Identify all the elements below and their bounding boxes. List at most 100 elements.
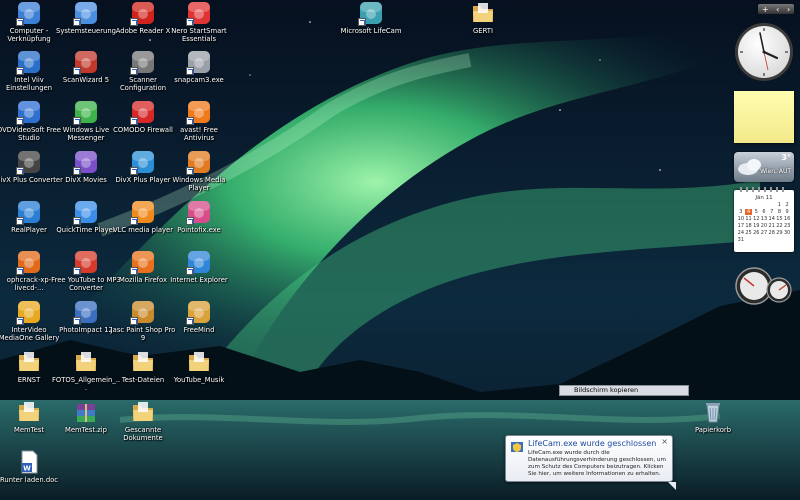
desktop[interactable]: Computer - Verknüpfung Systemsteuerung Ado… — [0, 0, 800, 500]
calendar-day[interactable]: 1 — [776, 202, 784, 208]
desktop-icon[interactable]: YouTube_Musik — [170, 349, 228, 403]
calendar-day[interactable]: 4 — [744, 209, 753, 215]
desktop-icon[interactable]: Gescannte Dokumente — [114, 399, 172, 453]
desktop-icon[interactable]: Free YouTube to MP3 Converter — [51, 249, 121, 303]
control-panel-icon — [73, 0, 99, 26]
desktop-icon[interactable]: Internet Explorer — [170, 249, 228, 303]
calendar-day[interactable]: 8 — [776, 209, 784, 215]
desktop-icon[interactable]: Nero StartSmart Essentials — [170, 0, 228, 54]
desktop-icon[interactable]: W Runter laden.doc — [0, 449, 58, 500]
cpu-meter-gadget[interactable] — [734, 266, 794, 306]
desktop-icon[interactable]: ophcrack-xp-livecd-... — [0, 249, 58, 303]
shortcut-arrow-icon — [16, 167, 24, 175]
dvdvideosoft-icon — [16, 99, 42, 125]
desktop-icon[interactable]: FOTOS_Allgemein_... — [52, 349, 120, 403]
calendar-day[interactable]: 22 — [776, 223, 784, 229]
shortcut-arrow-icon — [186, 67, 194, 75]
desktop-icon[interactable]: PhotoImpact 12 — [57, 299, 115, 353]
desktop-icon[interactable]: QuickTime Player — [56, 199, 116, 253]
desktop-icon-label: Gescannte Dokumente — [123, 426, 163, 442]
next-gadget-icon[interactable]: › — [787, 5, 790, 14]
calendar-day[interactable]: 11 — [745, 216, 753, 222]
webcam-icon — [358, 0, 384, 26]
comodo-icon — [130, 99, 156, 125]
calendar-day[interactable]: 25 — [745, 230, 753, 236]
calendar-day[interactable]: 29 — [776, 230, 784, 236]
desktop-icon-label: FreeMind — [183, 326, 215, 334]
desktop-icon[interactable]: MemTest — [0, 399, 58, 453]
calendar-day[interactable]: 27 — [760, 230, 768, 236]
calendar-day[interactable]: 6 — [760, 209, 768, 215]
prev-gadget-icon[interactable]: ‹ — [776, 5, 779, 14]
desktop-icon[interactable]: ERNST — [0, 349, 58, 403]
calendar-blank — [760, 202, 768, 208]
calendar-day[interactable]: 16 — [783, 216, 791, 222]
desktop-icon[interactable]: DivX Movies — [57, 149, 115, 203]
pointofix-icon — [186, 199, 212, 225]
balloon-tail — [668, 482, 676, 490]
desktop-icon[interactable]: Computer - Verknüpfung — [0, 0, 58, 54]
calendar-day[interactable]: 24 — [737, 230, 745, 236]
desktop-icon[interactable]: RealPlayer — [0, 199, 58, 253]
notification-body: LifeCam.exe wurde durch die Datenausführ… — [528, 450, 666, 477]
close-icon[interactable]: × — [661, 437, 668, 446]
calendar-day[interactable]: 7 — [768, 209, 776, 215]
desktop-icon[interactable]: Papierkorb — [684, 399, 742, 453]
desktop-icon[interactable]: ScanWizard 5 — [57, 49, 115, 103]
calendar-day[interactable]: 13 — [760, 216, 768, 222]
calendar-day[interactable]: 21 — [768, 223, 776, 229]
calendar-day[interactable]: 9 — [783, 209, 791, 215]
shortcut-arrow-icon — [186, 267, 194, 275]
divx-player-icon — [130, 149, 156, 175]
desktop-icon[interactable]: InterVideo MediaOne Gallery — [0, 299, 59, 353]
calendar-day[interactable]: 26 — [752, 230, 760, 236]
calendar-day[interactable]: 30 — [783, 230, 791, 236]
calendar-day[interactable]: 14 — [768, 216, 776, 222]
desktop-icon[interactable]: FreeMind — [170, 299, 228, 353]
calendar-day[interactable]: 23 — [783, 223, 791, 229]
screenshot-tooltip[interactable]: Bildschirm kopieren — [559, 385, 689, 396]
desktop-icon[interactable]: Windows Live Messenger — [57, 99, 115, 153]
calendar-gadget[interactable]: Jän 11 1 2 3 4 5 6 7 8 9 10 11 12 13 14 15 16 17 18 19 20 21… — [734, 187, 794, 252]
desktop-icon[interactable]: Microsoft LifeCam — [341, 0, 401, 54]
desktop-icon-label: Windows Media Player — [172, 176, 226, 192]
ophcrack-icon — [16, 249, 42, 275]
sticky-note-gadget[interactable] — [734, 91, 794, 143]
calendar-day[interactable]: 12 — [752, 216, 760, 222]
calendar-day[interactable]: 20 — [760, 223, 768, 229]
adobe-reader-icon — [130, 0, 156, 26]
weather-gadget[interactable]: 3° Wien, AUT — [734, 152, 794, 182]
desktop-icon[interactable]: DVDVideoSoft Free Studio — [0, 99, 61, 153]
calendar-day[interactable]: 18 — [745, 223, 753, 229]
calendar-day[interactable]: 10 — [737, 216, 745, 222]
desktop-icon[interactable]: Systemsteuerung — [56, 0, 116, 54]
calendar-day[interactable]: 5 — [752, 209, 760, 215]
calendar-day[interactable]: 2 — [783, 202, 791, 208]
calendar-day[interactable]: 15 — [776, 216, 784, 222]
calendar-day[interactable]: 28 — [768, 230, 776, 236]
desktop-icon[interactable]: GERTI — [454, 0, 512, 54]
calendar-day[interactable]: 31 — [737, 237, 745, 243]
calendar-blank — [752, 202, 760, 208]
add-gadget-icon[interactable]: + — [762, 5, 769, 14]
desktop-icon[interactable]: avast! Free Antivirus — [170, 99, 228, 153]
clock-gadget[interactable] — [734, 22, 794, 82]
shortcut-arrow-icon — [16, 267, 24, 275]
gadget-toolbar[interactable]: + ‹ › — [758, 4, 794, 14]
desktop-icon[interactable]: snapcam3.exe — [170, 49, 228, 103]
desktop-icon[interactable]: Intel Viiv Einstellungen — [0, 49, 58, 103]
desktop-icon[interactable]: MemTest.zip — [57, 399, 115, 453]
shortcut-arrow-icon — [16, 117, 24, 125]
shortcut-arrow-icon — [73, 317, 81, 325]
calendar-day[interactable]: 17 — [737, 223, 745, 229]
calendar-rings — [740, 187, 788, 192]
desktop-icon[interactable]: Pointofix.exe — [170, 199, 228, 253]
desktop-icon[interactable]: DivX Plus Converter — [0, 149, 63, 203]
calendar-blank — [745, 202, 753, 208]
calendar-day[interactable]: 3 — [737, 209, 745, 215]
notification-balloon[interactable]: LifeCam.exe wurde geschlossen LifeCam.ex… — [505, 435, 676, 490]
desktop-icon-label: Nero StartSmart Essentials — [171, 27, 227, 43]
folder-icon — [130, 349, 156, 375]
calendar-day[interactable]: 19 — [752, 223, 760, 229]
desktop-icon[interactable]: Windows Media Player — [170, 149, 228, 203]
